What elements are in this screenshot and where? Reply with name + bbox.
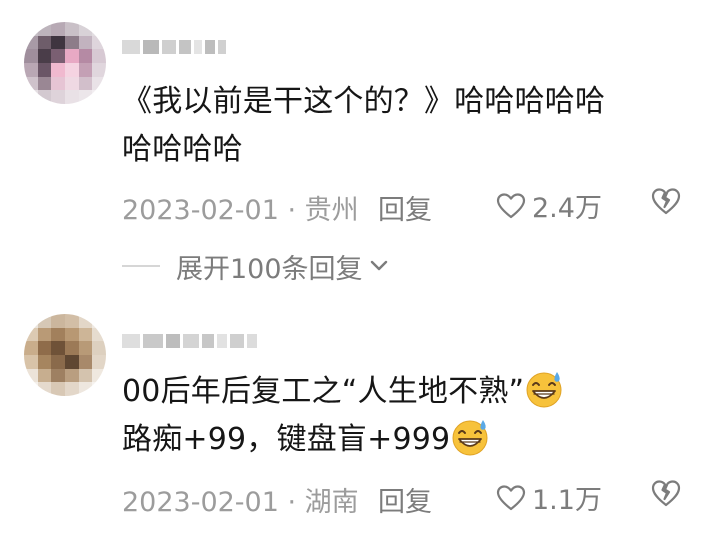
comment-text: 00后年后复工之“人生地不熟” 路痴+99，键盘盲+999: [122, 368, 682, 464]
reply-button[interactable]: 回复: [378, 188, 432, 227]
broken-heart-icon: [651, 480, 681, 507]
avatar[interactable]: [24, 314, 106, 396]
dislike-button[interactable]: [650, 478, 682, 515]
heart-outline-icon: [496, 192, 526, 218]
comment-item: 00后年后复工之“人生地不熟” 路痴+99，键盘盲+999 2023-02-01…: [0, 290, 720, 541]
reply-button[interactable]: 回复: [378, 480, 432, 519]
chevron-down-icon: [370, 260, 387, 271]
username-blurred[interactable]: [122, 330, 257, 352]
divider-line: [122, 265, 160, 267]
comment-meta: 2023-02-01 · 贵州 回复 2.4万: [122, 184, 692, 227]
expand-replies-button[interactable]: 展开100条回复: [122, 246, 389, 286]
comment-text-line: 00后年后复工之“人生地不熟”: [122, 368, 682, 416]
dislike-button[interactable]: [650, 186, 682, 223]
comment-text-line: 哈哈哈哈: [122, 132, 243, 167]
heart-outline-icon: [496, 484, 526, 510]
comment-text-line: 路痴+99，键盘盲+999: [122, 416, 682, 464]
comment-text-line: 《我以前是干这个的？》哈哈哈哈哈: [122, 84, 606, 119]
like-count: 1.1万: [532, 485, 602, 516]
date-location: 2023-02-01 · 湖南: [122, 487, 359, 518]
broken-heart-icon: [651, 188, 681, 215]
like-count: 2.4万: [532, 193, 602, 224]
comment-text-segment: 路痴+99，键盘盲+999: [122, 422, 451, 457]
sweat-grin-emoji-icon: [526, 372, 562, 408]
username-blurred[interactable]: [122, 36, 226, 58]
avatar[interactable]: [24, 22, 106, 104]
like-button[interactable]: 2.4万: [496, 186, 602, 225]
like-button[interactable]: 1.1万: [496, 478, 602, 517]
comment-meta: 2023-02-01 · 湖南 回复 1.1万: [122, 476, 692, 519]
sweat-grin-emoji-icon: [452, 420, 488, 456]
comment-item: 《我以前是干这个的？》哈哈哈哈哈 哈哈哈哈 2023-02-01 · 贵州 回复…: [0, 0, 720, 290]
comment-text-segment: 00后年后复工之“人生地不熟”: [122, 374, 525, 409]
comment-text: 《我以前是干这个的？》哈哈哈哈哈 哈哈哈哈: [122, 78, 682, 174]
date-location: 2023-02-01 · 贵州: [122, 195, 359, 226]
expand-replies-label: 展开100条回复: [176, 253, 363, 285]
